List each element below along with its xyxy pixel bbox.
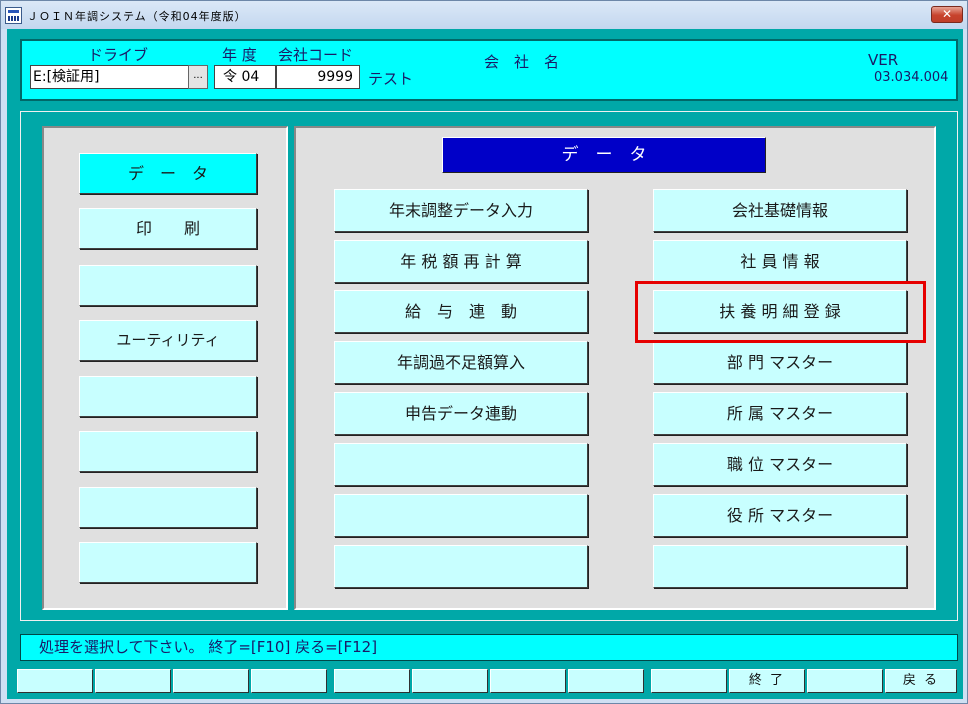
company-code-label: 会社コード — [278, 46, 354, 64]
fkey-f5[interactable] — [334, 669, 410, 693]
title-bar: ＪＯＩＮ年調システム（令和04年度版） ✕ — [1, 1, 967, 29]
fkey-f9[interactable] — [651, 669, 727, 693]
menu-item-utility[interactable]: ユーティリティ — [79, 320, 257, 361]
app-window: ＪＯＩＮ年調システム（令和04年度版） ✕ ドライブ E:[検証用] ... 年… — [0, 0, 968, 704]
data-panel: デ ー タ 年末調整データ入力 年 税 額 再 計 算 給 与 連 動 年調過不… — [294, 126, 936, 610]
fkey-f10-exit[interactable]: 終 了 — [729, 669, 805, 693]
header-panel: ドライブ E:[検証用] ... 年 度 令 04 会社コード 9999 テスト… — [20, 39, 958, 101]
fkey-f4[interactable] — [251, 669, 327, 693]
ver-value: 03.034.004 — [874, 70, 949, 85]
company-name-label: 会 社 名 — [484, 53, 560, 71]
drive-label: ドライブ — [88, 46, 149, 64]
position-master-button[interactable]: 職 位 マスター — [653, 443, 907, 486]
year-label: 年 度 — [222, 46, 257, 64]
fkey-f2[interactable] — [95, 669, 171, 693]
fkey-f7[interactable] — [490, 669, 566, 693]
empty-right-button[interactable] — [653, 545, 907, 588]
annual-tax-recalc-button[interactable]: 年 税 額 再 計 算 — [334, 240, 588, 283]
ver-label: VER — [868, 51, 899, 69]
payroll-link-button[interactable]: 給 与 連 動 — [334, 290, 588, 333]
menu-item-empty-5[interactable] — [79, 542, 257, 583]
window-title: ＪＯＩＮ年調システム（令和04年度版） — [27, 10, 247, 23]
fkey-f12-back[interactable]: 戻 る — [885, 669, 957, 693]
department-master-button[interactable]: 部 門 マスター — [653, 341, 907, 384]
menu-item-data[interactable]: デ ー タ — [79, 153, 257, 194]
company-code-field[interactable]: 9999 — [276, 65, 360, 89]
close-button[interactable]: ✕ — [931, 6, 963, 23]
employee-info-button[interactable]: 社 員 情 報 — [653, 240, 907, 283]
empty-left-button-3[interactable] — [334, 545, 588, 588]
menu-item-empty-3[interactable] — [79, 431, 257, 472]
browse-button[interactable]: ... — [188, 65, 208, 89]
drive-field[interactable]: E:[検証用] — [30, 65, 190, 89]
declaration-data-link-button[interactable]: 申告データ連動 — [334, 392, 588, 435]
company-name-value: テスト — [368, 70, 414, 88]
menu-item-empty-2[interactable] — [79, 376, 257, 417]
year-field[interactable]: 令 04 — [214, 65, 276, 89]
affiliation-master-button[interactable]: 所 属 マスター — [653, 392, 907, 435]
office-master-button[interactable]: 役 所 マスター — [653, 494, 907, 537]
fkey-f8[interactable] — [568, 669, 644, 693]
year-end-data-entry-button[interactable]: 年末調整データ入力 — [334, 189, 588, 232]
fkey-f3[interactable] — [173, 669, 249, 693]
empty-left-button-2[interactable] — [334, 494, 588, 537]
menu-item-empty-1[interactable] — [79, 265, 257, 306]
menu-panel: デ ー タ 印 刷 ユーティリティ — [42, 126, 288, 610]
company-basic-info-button[interactable]: 会社基礎情報 — [653, 189, 907, 232]
section-title: デ ー タ — [442, 137, 766, 173]
highlight-box — [635, 281, 926, 343]
status-bar: 処理を選択して下さい。 終了=[F10] 戻る=[F12] — [20, 634, 958, 661]
app-icon — [5, 7, 22, 24]
fkey-f11[interactable] — [807, 669, 883, 693]
fkey-f6[interactable] — [412, 669, 488, 693]
menu-item-empty-4[interactable] — [79, 487, 257, 528]
main-area: デ ー タ 印 刷 ユーティリティ デ ー タ 年末調整データ入力 年 税 額 … — [20, 111, 958, 621]
fkey-f1[interactable] — [17, 669, 93, 693]
menu-item-print[interactable]: 印 刷 — [79, 208, 257, 249]
client-area: ドライブ E:[検証用] ... 年 度 令 04 会社コード 9999 テスト… — [7, 29, 963, 699]
adjustment-amount-button[interactable]: 年調過不足額算入 — [334, 341, 588, 384]
empty-left-button-1[interactable] — [334, 443, 588, 486]
